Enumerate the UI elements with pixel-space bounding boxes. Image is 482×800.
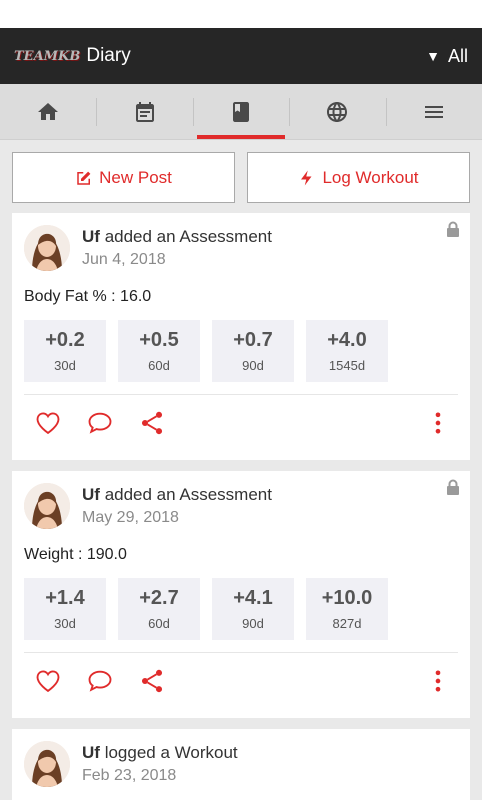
feed-post: Uf added an Assessment Jun 4, 2018 Body …	[12, 213, 470, 460]
post-author[interactable]: Uf	[82, 485, 100, 504]
change-tile: +1.4 30d	[24, 578, 106, 640]
change-period: 827d	[332, 616, 362, 631]
change-period: 1545d	[328, 358, 366, 373]
change-period: 30d	[54, 358, 76, 373]
post-actions	[24, 653, 458, 709]
post-author[interactable]: Uf	[82, 743, 100, 762]
change-list: +0.2 30d +0.5 60d +0.7 90d +4.0 1545d	[24, 320, 458, 382]
post-author[interactable]: Uf	[82, 227, 100, 246]
tab-calendar[interactable]	[96, 84, 192, 139]
tab-bar	[0, 84, 482, 140]
globe-icon	[327, 101, 348, 122]
share-icon[interactable]	[138, 667, 166, 695]
post-date: Feb 23, 2018	[82, 767, 177, 784]
new-post-label: New Post	[99, 167, 172, 187]
heart-icon[interactable]	[34, 409, 62, 437]
change-tile: +2.7 60d	[118, 578, 200, 640]
more-vert-icon[interactable]	[424, 667, 452, 695]
tab-menu[interactable]	[385, 84, 482, 139]
change-tile: +0.7 90d	[212, 320, 294, 382]
change-tile: +10.0 827d	[306, 578, 388, 640]
post-action: added an Assessment	[104, 485, 272, 504]
change-value: +1.4	[45, 587, 85, 609]
book-icon	[233, 101, 250, 122]
metric-value: Body Fat % : 16.0	[24, 288, 152, 305]
change-value: +0.7	[233, 329, 273, 351]
feed-post: Uf logged a Workout Feb 23, 2018	[12, 729, 470, 800]
brand: TEAMKB Diary	[14, 45, 131, 67]
log-workout-label: Log Workout	[322, 167, 419, 187]
post-date: May 29, 2018	[82, 509, 179, 526]
post-date: Jun 4, 2018	[82, 251, 166, 268]
bolt-icon	[301, 170, 312, 185]
home-icon	[38, 102, 59, 120]
new-post-button[interactable]: New Post	[12, 152, 235, 203]
page-title: Diary	[86, 45, 131, 66]
change-period: 90d	[242, 358, 264, 373]
change-value: +0.5	[139, 329, 179, 351]
change-tile: +4.1 90d	[212, 578, 294, 640]
post-action: logged a Workout	[104, 743, 238, 762]
status-bar	[0, 0, 482, 28]
change-tile: +0.5 60d	[118, 320, 200, 382]
change-value: +4.1	[233, 587, 273, 609]
change-value: +10.0	[321, 587, 373, 609]
post-actions	[24, 395, 458, 451]
change-tile: +0.2 30d	[24, 320, 106, 382]
log-workout-button[interactable]: Log Workout	[247, 152, 470, 203]
avatar[interactable]	[24, 741, 70, 787]
change-tile: +4.0 1545d	[306, 320, 388, 382]
tab-community[interactable]	[289, 84, 385, 139]
tab-diary[interactable]	[192, 84, 289, 139]
calendar-icon	[135, 101, 154, 122]
feed-post: Uf added an Assessment May 29, 2018 Weig…	[12, 471, 470, 718]
lock-icon	[447, 221, 459, 237]
change-value: +4.0	[327, 329, 367, 351]
change-list: +1.4 30d +2.7 60d +4.1 90d +10.0 827d	[24, 578, 458, 640]
heart-icon[interactable]	[34, 667, 62, 695]
comment-icon[interactable]	[86, 409, 114, 437]
metric-value: Weight : 190.0	[24, 546, 127, 563]
post-action: added an Assessment	[104, 227, 272, 246]
action-buttons: New Post Log Workout	[0, 140, 482, 203]
lock-icon	[447, 479, 459, 495]
comment-icon[interactable]	[86, 667, 114, 695]
app-bar: TEAMKB Diary ▼ All	[0, 28, 482, 84]
change-period: 60d	[148, 616, 170, 631]
tab-home[interactable]	[0, 84, 96, 139]
avatar[interactable]	[24, 225, 70, 271]
change-period: 30d	[54, 616, 76, 631]
app-logo: TEAMKB	[14, 48, 81, 64]
share-icon[interactable]	[138, 409, 166, 437]
change-value: +2.7	[139, 587, 179, 609]
menu-icon	[424, 105, 443, 118]
filter-label: All	[447, 45, 468, 66]
change-period: 60d	[148, 358, 170, 373]
more-vert-icon[interactable]	[424, 409, 452, 437]
change-period: 90d	[242, 616, 264, 631]
feed: Uf added an Assessment Jun 4, 2018 Body …	[0, 203, 482, 800]
change-value: +0.2	[45, 329, 85, 351]
edit-icon	[77, 171, 91, 185]
caret-down-icon: ▼	[426, 48, 440, 64]
filter-dropdown[interactable]: ▼ All	[426, 46, 468, 67]
avatar[interactable]	[24, 483, 70, 529]
